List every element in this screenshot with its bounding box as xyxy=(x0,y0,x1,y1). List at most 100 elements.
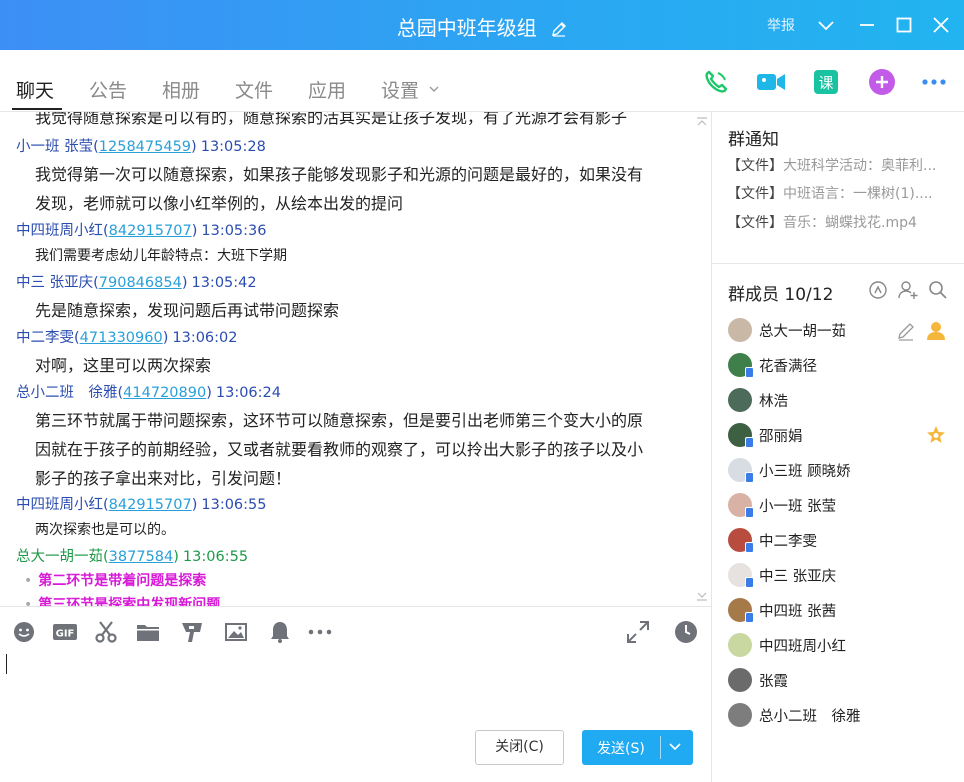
send-button-separator xyxy=(660,736,661,759)
tab-settings[interactable]: 设置 xyxy=(381,76,419,103)
avatar xyxy=(728,493,754,518)
message-header: 总大一胡一茹(3877584) 13:06:55 xyxy=(16,549,249,565)
chat-message: 对啊，这里可以两次探索 xyxy=(35,356,212,375)
invite-member-icon[interactable] xyxy=(898,280,918,300)
sender-name: 中四班周小红 xyxy=(16,223,103,239)
sender-qq-link[interactable]: 790846854 xyxy=(99,275,182,291)
avatar xyxy=(728,703,752,727)
member-name: 中四班周小红 xyxy=(759,639,846,655)
member-name: 花香满径 xyxy=(759,359,817,375)
sender-name: 小一班 张莹 xyxy=(16,139,94,155)
message-header: 中三 张亚庆(790846854) 13:05:42 xyxy=(16,275,257,291)
avatar xyxy=(728,318,752,342)
notice-file-item[interactable]: 【文件】音乐：蝴蝶找花.mp4 xyxy=(727,212,917,232)
message-time: 13:05:42 xyxy=(191,275,257,291)
edit-nickname-icon[interactable] xyxy=(896,321,916,345)
maximize-icon[interactable] xyxy=(893,14,915,36)
member-chat-icon[interactable] xyxy=(868,280,888,300)
chat-message: 发现，老师就可以像小红举例的，从绘本出发的提问 xyxy=(35,194,404,213)
mobile-online-icon xyxy=(745,367,754,378)
chevron-down-icon[interactable] xyxy=(815,14,837,36)
svg-text:课: 课 xyxy=(818,74,833,92)
folder-icon[interactable] xyxy=(136,620,160,644)
avatar xyxy=(728,388,752,412)
chat-message: 我觉得第一次可以随意探索，如果孩子能够发现影子和光源的问题是最好的，如果没有 xyxy=(35,165,644,184)
add-app-icon[interactable] xyxy=(868,68,896,96)
avatar xyxy=(728,528,754,553)
notice-file-item[interactable]: 【文件】大班科学活动：奥菲利... xyxy=(727,155,936,175)
message-header: 总小二班 徐雅(414720890) 13:06:24 xyxy=(16,385,281,401)
phone-icon[interactable] xyxy=(702,68,730,96)
chat-message: 影子的孩子拿出来对比，引发问题！ xyxy=(35,469,292,488)
mobile-online-icon xyxy=(745,542,754,553)
scroll-down-icon[interactable] xyxy=(696,590,708,604)
emoji-icon[interactable] xyxy=(12,620,36,644)
search-members-icon[interactable] xyxy=(928,280,948,300)
member-name: 中四班 张茜 xyxy=(759,604,837,620)
avatar xyxy=(728,633,752,657)
sender-qq-link[interactable]: 842915707 xyxy=(109,497,192,513)
avatar xyxy=(728,668,752,692)
sender-qq-link[interactable]: 471330960 xyxy=(80,330,163,346)
members-title: 群成员 10/12 xyxy=(728,285,834,305)
tab-apps[interactable]: 应用 xyxy=(308,76,346,103)
send-options-chevron-icon[interactable] xyxy=(668,739,682,757)
edit-icon[interactable] xyxy=(551,18,567,42)
message-time: 13:05:28 xyxy=(200,139,266,155)
sender-name: 总大一胡一茹 xyxy=(16,549,103,565)
message-input-caret[interactable] xyxy=(6,654,7,674)
avatar xyxy=(728,423,754,448)
message-header: 中四班周小红(842915707) 13:06:55 xyxy=(16,497,267,513)
avatar xyxy=(728,353,754,378)
chat-message-bullet: 第二环节是带着问题是探索 xyxy=(24,570,206,590)
report-link[interactable]: 举报 xyxy=(767,15,795,35)
course-icon[interactable]: 课 xyxy=(812,68,840,96)
sender-qq-link[interactable]: 3877584 xyxy=(109,549,174,565)
avatar xyxy=(728,458,754,483)
expand-icon[interactable] xyxy=(626,620,650,644)
message-header: 小一班 张莹(1258475459) 13:05:28 xyxy=(16,139,266,155)
more-icon[interactable] xyxy=(920,68,948,96)
tab-announcement[interactable]: 公告 xyxy=(89,76,127,103)
tab-album[interactable]: 相册 xyxy=(162,76,200,103)
notice-title: 群通知 xyxy=(728,130,779,150)
font-icon[interactable] xyxy=(180,620,204,644)
scroll-up-icon[interactable] xyxy=(696,116,708,130)
minimize-icon[interactable] xyxy=(856,14,878,36)
group-name: 总园中班年级组 xyxy=(396,16,537,40)
message-time: 13:05:36 xyxy=(201,223,267,239)
message-header: 中二李雯(471330960) 13:06:02 xyxy=(16,330,238,346)
panel-divider xyxy=(711,112,712,782)
chat-history[interactable]: 我觉得随意探索是可以有的，随意探索的活其实是让孩子发现，有了光源才会有影子 小一… xyxy=(0,112,711,606)
owner-badge-icon xyxy=(925,319,947,345)
close-button[interactable]: 关闭(C) xyxy=(475,730,564,765)
sender-qq-link[interactable]: 842915707 xyxy=(109,223,192,239)
settings-chevron-icon[interactable] xyxy=(428,80,440,99)
tab-files[interactable]: 文件 xyxy=(235,76,273,103)
sender-qq-link[interactable]: 1258475459 xyxy=(99,139,191,155)
right-panel-divider xyxy=(712,263,964,264)
tab-chat[interactable]: 聊天 xyxy=(16,76,54,103)
video-call-icon[interactable] xyxy=(756,68,785,96)
avatar xyxy=(728,598,754,623)
bell-icon[interactable] xyxy=(268,620,292,644)
scissors-icon[interactable] xyxy=(94,620,118,644)
member-name: 小一班 张莹 xyxy=(759,499,837,515)
close-icon[interactable] xyxy=(930,14,952,36)
notice-file-item[interactable]: 【文件】中班语言：一棵树(1).... xyxy=(727,183,933,203)
more-tools-icon[interactable] xyxy=(307,620,332,644)
send-button[interactable]: 发送(S) xyxy=(582,730,693,765)
member-name: 中三 张亚庆 xyxy=(759,569,837,585)
member-name: 邵丽娟 xyxy=(759,429,803,445)
gif-icon[interactable]: GIF xyxy=(52,620,77,644)
image-icon[interactable] xyxy=(224,620,248,644)
member-name: 总大一胡一茹 xyxy=(759,324,846,340)
avatar xyxy=(728,563,754,588)
sender-qq-link[interactable]: 414720890 xyxy=(123,385,206,401)
member-name: 小三班 顾晓娇 xyxy=(759,464,851,480)
chat-message: 我们需要考虑幼儿年龄特点：大班下学期 xyxy=(35,248,287,264)
history-clock-icon[interactable] xyxy=(674,620,698,644)
title-bar: 总园中班年级组 举报 xyxy=(0,0,964,50)
message-header: 中四班周小红(842915707) 13:05:36 xyxy=(16,223,267,239)
send-button-label: 发送(S) xyxy=(597,741,645,757)
